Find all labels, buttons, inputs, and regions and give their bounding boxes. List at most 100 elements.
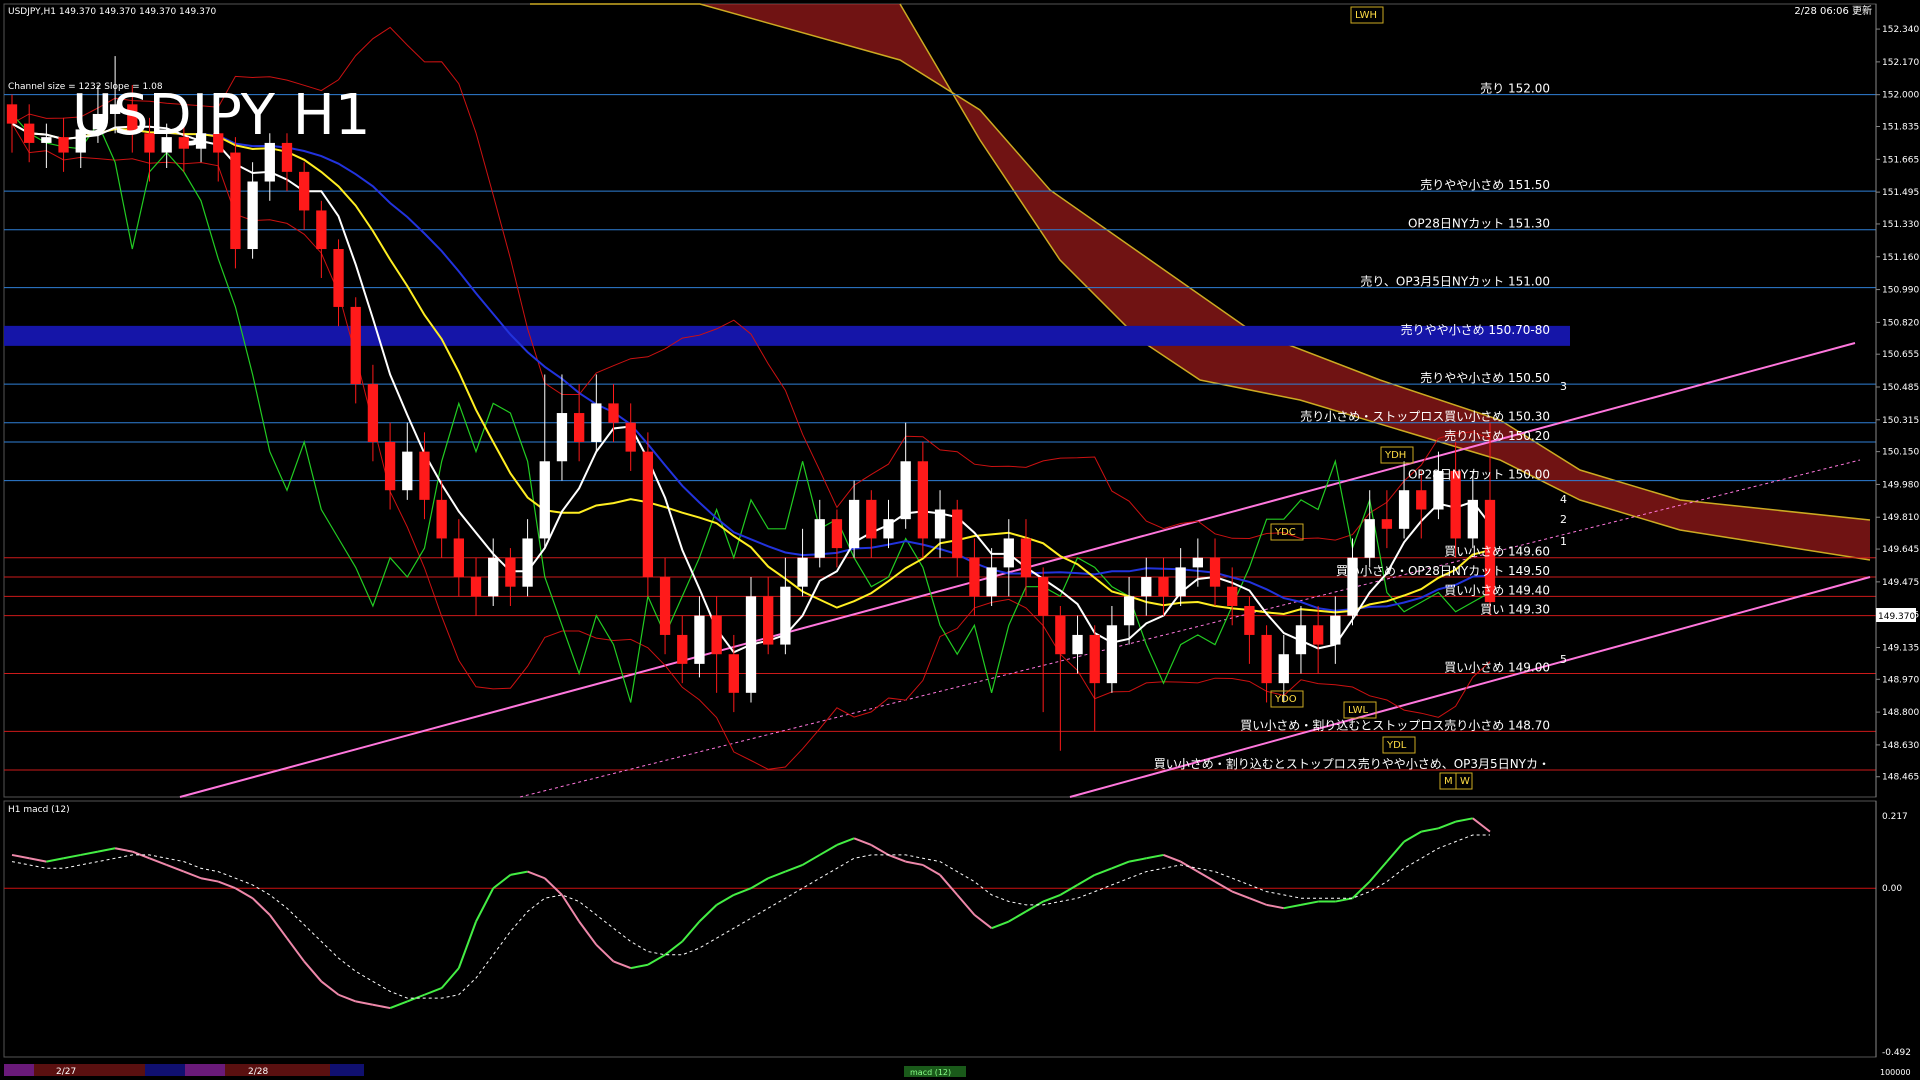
candle-body-60 — [1038, 577, 1049, 616]
candle-body-80 — [1381, 519, 1393, 529]
candle-body-15 — [264, 142, 275, 182]
candle-body-73 — [1261, 634, 1272, 684]
marker-M: M — [1444, 776, 1453, 787]
candle-body-37 — [642, 451, 654, 578]
candle-body-42 — [728, 654, 739, 693]
candle-body-26 — [453, 538, 464, 578]
candle-body-54 — [934, 509, 946, 539]
big-chart-title: USDJPY H1 — [72, 83, 370, 148]
marker-LWL: LWL — [1348, 705, 1369, 716]
candle-body-2 — [41, 137, 52, 143]
price-tick-label-17: 149.475 — [1882, 578, 1919, 588]
candle-body-69 — [1192, 557, 1203, 568]
current-price-label: 149.370 — [1878, 612, 1915, 622]
candle-body-32 — [556, 413, 568, 462]
price-tick-label-10: 150.655 — [1882, 350, 1919, 360]
candle-body-28 — [488, 557, 499, 597]
candle-body-23 — [402, 451, 413, 491]
candle-body-3 — [58, 137, 69, 153]
candle-body-85 — [1467, 499, 1478, 539]
candle-body-49 — [848, 499, 860, 549]
candle-body-65 — [1123, 596, 1135, 626]
candle-body-61 — [1055, 615, 1066, 655]
candle-body-45 — [780, 586, 791, 645]
candle-37 — [642, 432, 654, 597]
candle-body-72 — [1244, 605, 1255, 635]
price-tick-label-12: 150.315 — [1882, 416, 1919, 426]
bottom-right-value: 100000 — [1880, 1068, 1911, 1077]
marker-2: 2 — [1560, 513, 1567, 526]
candle-body-53 — [917, 461, 929, 539]
bottom-tab-label[interactable]: macd (12) — [910, 1068, 951, 1077]
candle-body-36 — [625, 422, 636, 452]
candle-body-68 — [1175, 567, 1186, 597]
price-tick-label-5: 151.495 — [1882, 188, 1919, 198]
price-tick-label-6: 151.330 — [1882, 220, 1919, 230]
usdjpy-h1-chart[interactable]: YDH YDC YDO YDL LWH LWL M W 1 2 3 4 5 売り 152.00 売りやや小… — [0, 0, 1920, 1080]
candle-body-38 — [659, 577, 671, 635]
level-label-15: 買い小さめ・割り込むとストップロス売りやや小さめ、OP3月5日NYカ・ — [1154, 756, 1550, 771]
candle-body-63 — [1089, 634, 1100, 684]
candle-body-77 — [1330, 615, 1341, 645]
candle-body-25 — [436, 499, 447, 539]
candle-body-41 — [711, 615, 722, 655]
candle-body-35 — [608, 403, 619, 423]
level-label-1: 売りやや小さめ 151.50 — [1420, 177, 1550, 192]
level-label-4: 売りやや小さめ 150.70-80 — [1401, 322, 1550, 337]
candle-body-33 — [573, 413, 585, 442]
price-tick-label-13: 150.150 — [1882, 448, 1919, 458]
candle-body-67 — [1158, 577, 1169, 597]
price-tick-label-21: 148.800 — [1882, 708, 1919, 718]
candle-body-51 — [883, 519, 894, 539]
candle-body-39 — [677, 634, 688, 664]
candle-body-21 — [367, 384, 379, 442]
candle-body-48 — [831, 519, 843, 549]
candle-body-20 — [350, 306, 361, 385]
candle-body-34 — [591, 403, 602, 442]
candle-body-18 — [316, 210, 327, 250]
candle-body-0 — [6, 104, 18, 124]
candle-body-71 — [1227, 586, 1238, 606]
candle-body-1 — [24, 123, 35, 143]
candle-body-62 — [1072, 634, 1083, 655]
candle-body-66 — [1141, 577, 1152, 597]
candle-body-14 — [247, 181, 258, 250]
level-label-12: 買い 149.30 — [1480, 603, 1550, 617]
marker-YDC: YDC — [1274, 527, 1296, 538]
level-label-10: 買い小さめ・OP28日NYカット 149.50 — [1336, 564, 1550, 578]
price-tick-label-11: 150.485 — [1882, 383, 1919, 393]
candle-body-55 — [952, 509, 963, 558]
level-label-0: 売り 152.00 — [1480, 81, 1550, 96]
timeline-label-2: 2/28 — [248, 1067, 268, 1077]
marker-4: 4 — [1560, 493, 1567, 506]
marker-YDL: YDL — [1386, 740, 1407, 751]
macd-tick-label-0: 0.217 — [1882, 812, 1908, 822]
macd-tick-label-1: 0.00 — [1882, 884, 1902, 894]
price-tick-label-2: 152.000 — [1882, 91, 1919, 101]
price-tick-label-15: 149.810 — [1882, 513, 1919, 523]
candle-body-81 — [1398, 490, 1410, 529]
candle-body-19 — [333, 249, 344, 307]
macd-tick-label-2: -0.492 — [1882, 1048, 1911, 1058]
level-label-2: OP28日NYカット 151.30 — [1408, 217, 1550, 231]
level-label-11: 買い小さめ 149.40 — [1444, 583, 1550, 597]
level-label-13: 買い小さめ 149.00 — [1444, 661, 1550, 675]
candle-body-46 — [797, 557, 808, 587]
candle-body-76 — [1312, 625, 1324, 645]
level-label-14: 買い小さめ・割り込むとストップロス売り小さめ 148.70 — [1240, 717, 1550, 732]
update-time: 2/28 06:06 更新 — [1794, 4, 1872, 17]
level-band-4 — [4, 325, 1570, 346]
marker-LWH: LWH — [1355, 10, 1377, 21]
level-label-8: OP28日NYカット 150.00 — [1408, 468, 1550, 482]
price-tick-label-7: 151.160 — [1882, 253, 1919, 263]
level-label-6: 売り小さめ・ストップロス買い小さめ 150.30 — [1300, 409, 1550, 424]
marker-W: W — [1460, 776, 1470, 787]
marker-YDH: YDH — [1384, 450, 1406, 461]
candle-body-59 — [1020, 538, 1032, 578]
price-tick-label-3: 151.835 — [1882, 123, 1919, 133]
price-tick-label-8: 150.990 — [1882, 286, 1919, 296]
price-tick-label-20: 148.970 — [1882, 675, 1919, 685]
level-label-9: 買い小さめ 149.60 — [1444, 545, 1550, 559]
candle-body-64 — [1106, 625, 1118, 684]
candle-body-58 — [1003, 538, 1014, 568]
